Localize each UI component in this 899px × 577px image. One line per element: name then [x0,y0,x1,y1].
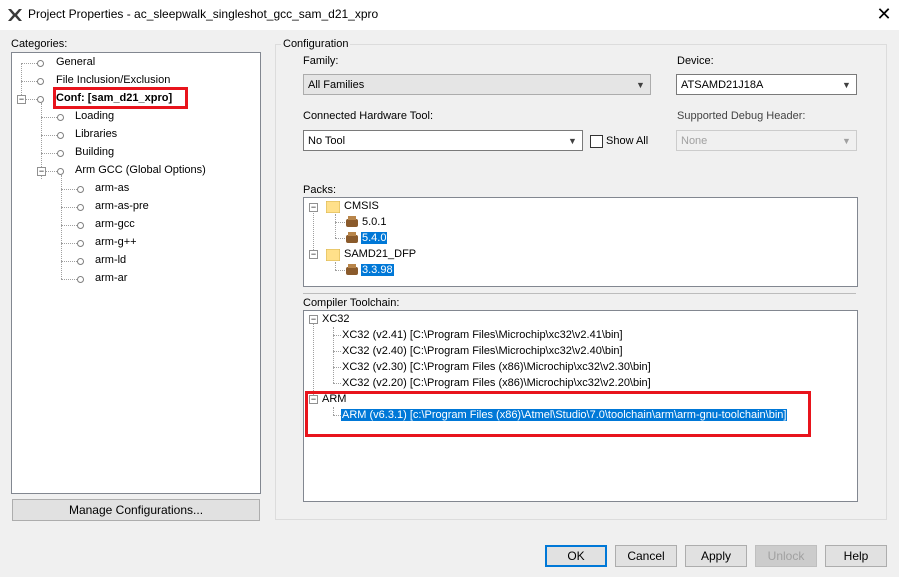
pack-version-selected[interactable]: 3.3.98 [361,264,394,276]
bullet-icon [57,150,64,157]
tree-item-arm-gcc-tool[interactable]: arm-gcc [95,218,135,230]
toolchain-entry[interactable]: XC32 (v2.40) [C:\Program Files\Microchip… [342,345,623,357]
chevron-down-icon: ▼ [568,136,577,146]
bullet-icon [37,78,44,85]
close-icon[interactable]: ✕ [873,3,895,25]
manage-configurations-button[interactable]: Manage Configurations... [12,499,260,521]
debug-header-label: Supported Debug Header: [677,110,806,122]
categories-tree[interactable]: General File Inclusion/Exclusion − Conf:… [11,52,261,494]
device-value: ATSAMD21J18A [681,79,764,91]
show-all-label: Show All [606,135,649,147]
hardware-tool-value: No Tool [308,135,346,147]
toolchain-xc32[interactable]: XC32 [322,313,350,325]
tree-item-arm-as-pre[interactable]: arm-as-pre [95,200,149,212]
packs-tree[interactable]: − CMSIS 5.0.1 5.4.0 − SAMD21_DFP 3.3.98 [303,197,858,287]
categories-label: Categories: [11,38,68,50]
pack-cmsis[interactable]: CMSIS [344,200,379,212]
cancel-button[interactable]: Cancel [615,545,677,567]
bullet-icon [77,240,84,247]
packs-label: Packs: [303,184,337,196]
package-icon [346,216,358,227]
bullet-icon [77,204,84,211]
debug-header-value: None [681,135,708,147]
folder-icon [326,249,340,261]
tree-item-file-inclusion[interactable]: File Inclusion/Exclusion [56,74,170,86]
tree-item-arm-gpp[interactable]: arm-g++ [95,236,137,248]
tree-item-building[interactable]: Building [75,146,114,158]
tree-item-loading[interactable]: Loading [75,110,114,122]
bullet-icon [37,60,44,67]
hardware-tool-select[interactable]: No Tool ▼ [303,130,583,151]
toolchain-entry[interactable]: XC32 (v2.30) [C:\Program Files (x86)\Mic… [342,361,651,373]
unlock-button[interactable]: Unlock [755,545,817,567]
bullet-icon [57,132,64,139]
help-button[interactable]: Help [825,545,887,567]
divider [303,293,856,294]
bullet-icon [77,276,84,283]
collapse-icon[interactable]: − [17,95,26,104]
package-icon [346,264,358,275]
family-label: Family: [303,55,339,67]
bullet-icon [37,96,44,103]
highlight-box-conf [53,87,188,109]
chevron-down-icon: ▼ [636,80,645,90]
bullet-icon [57,114,64,121]
tree-item-arm-as[interactable]: arm-as [95,182,129,194]
bullet-icon [57,168,64,175]
app-logo-icon [8,9,22,21]
package-icon [346,232,358,243]
pack-samd21-dfp[interactable]: SAMD21_DFP [344,248,416,260]
chevron-down-icon: ▼ [842,136,851,146]
bullet-icon [77,186,84,193]
highlight-box-arm [305,391,811,437]
device-label: Device: [677,55,714,67]
bullet-icon [77,258,84,265]
folder-icon [326,201,340,213]
hardware-tool-label: Connected Hardware Tool: [303,110,434,122]
tree-item-general[interactable]: General [56,56,95,68]
family-select[interactable]: All Families ▼ [303,74,651,95]
collapse-icon[interactable]: − [37,167,46,176]
chevron-down-icon: ▼ [842,80,851,90]
tree-item-arm-ar[interactable]: arm-ar [95,272,127,284]
window-title: Project Properties - ac_sleepwalk_single… [28,7,379,21]
pack-version[interactable]: 5.0.1 [362,216,386,228]
collapse-icon[interactable]: − [309,250,318,259]
family-value: All Families [308,79,365,91]
toolchain-entry[interactable]: XC32 (v2.20) [C:\Program Files (x86)\Mic… [342,377,651,389]
collapse-icon[interactable]: − [309,203,318,212]
debug-header-select[interactable]: None ▼ [676,130,857,151]
tree-item-libraries[interactable]: Libraries [75,128,117,140]
title-bar: Project Properties - ac_sleepwalk_single… [0,0,899,30]
collapse-icon[interactable]: − [309,315,318,324]
tree-item-arm-gcc[interactable]: Arm GCC (Global Options) [75,164,206,176]
apply-button[interactable]: Apply [685,545,747,567]
ok-button[interactable]: OK [545,545,607,567]
tree-item-arm-ld[interactable]: arm-ld [95,254,126,266]
show-all-checkbox[interactable] [590,135,603,148]
bullet-icon [77,222,84,229]
toolchain-label: Compiler Toolchain: [303,297,400,309]
device-select[interactable]: ATSAMD21J18A ▼ [676,74,857,95]
configuration-title: Configuration [281,38,351,50]
pack-version-selected[interactable]: 5.4.0 [361,232,388,244]
toolchain-entry[interactable]: XC32 (v2.41) [C:\Program Files\Microchip… [342,329,623,341]
